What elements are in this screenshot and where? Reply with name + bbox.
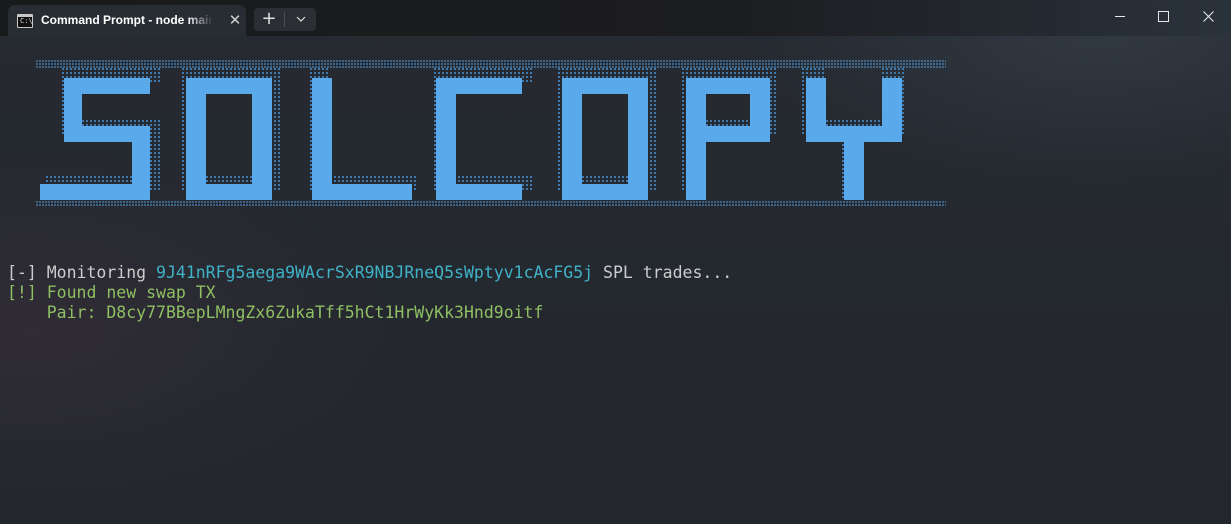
tab-dropdown-button[interactable]	[285, 8, 316, 31]
wallet-address: 9J41nRFg5aega9WAcrSxR9NBJRneQ5sWptyv1cAc…	[156, 263, 594, 282]
new-tab-group: +	[254, 8, 316, 31]
close-window-button[interactable]	[1185, 0, 1231, 32]
tab-command-prompt[interactable]: C:\ Command Prompt - node main ✕	[8, 5, 246, 36]
monitoring-prefix: [-] Monitoring	[7, 263, 157, 282]
output-line-pair: Pair: D8cy77BBepLMngZx6ZukaTff5hCt1HrWyK…	[7, 303, 544, 322]
maximize-icon	[1157, 10, 1169, 22]
title-bar: C:\ Command Prompt - node main ✕ +	[0, 0, 1231, 36]
minimize-button[interactable]	[1097, 0, 1143, 32]
maximize-button[interactable]	[1140, 0, 1186, 32]
output-line-monitoring: [-] Monitoring 9J41nRFg5aega9WAcrSxR9NBJ…	[7, 263, 732, 283]
close-icon	[1202, 10, 1214, 22]
terminal-output: [-] Monitoring 9J41nRFg5aega9WAcrSxR9NBJ…	[7, 263, 732, 323]
solcopy-ascii-banner	[36, 60, 946, 206]
chevron-down-icon	[296, 16, 305, 22]
new-tab-button[interactable]: +	[254, 8, 284, 31]
output-line-found-swap: [!] Found new swap TX	[7, 283, 216, 302]
monitoring-suffix: SPL trades...	[593, 263, 733, 282]
cmd-icon: C:\	[17, 14, 33, 28]
close-tab-icon[interactable]: ✕	[226, 11, 244, 29]
minimize-icon	[1115, 15, 1125, 17]
tab-title: Command Prompt - node main	[41, 13, 213, 27]
